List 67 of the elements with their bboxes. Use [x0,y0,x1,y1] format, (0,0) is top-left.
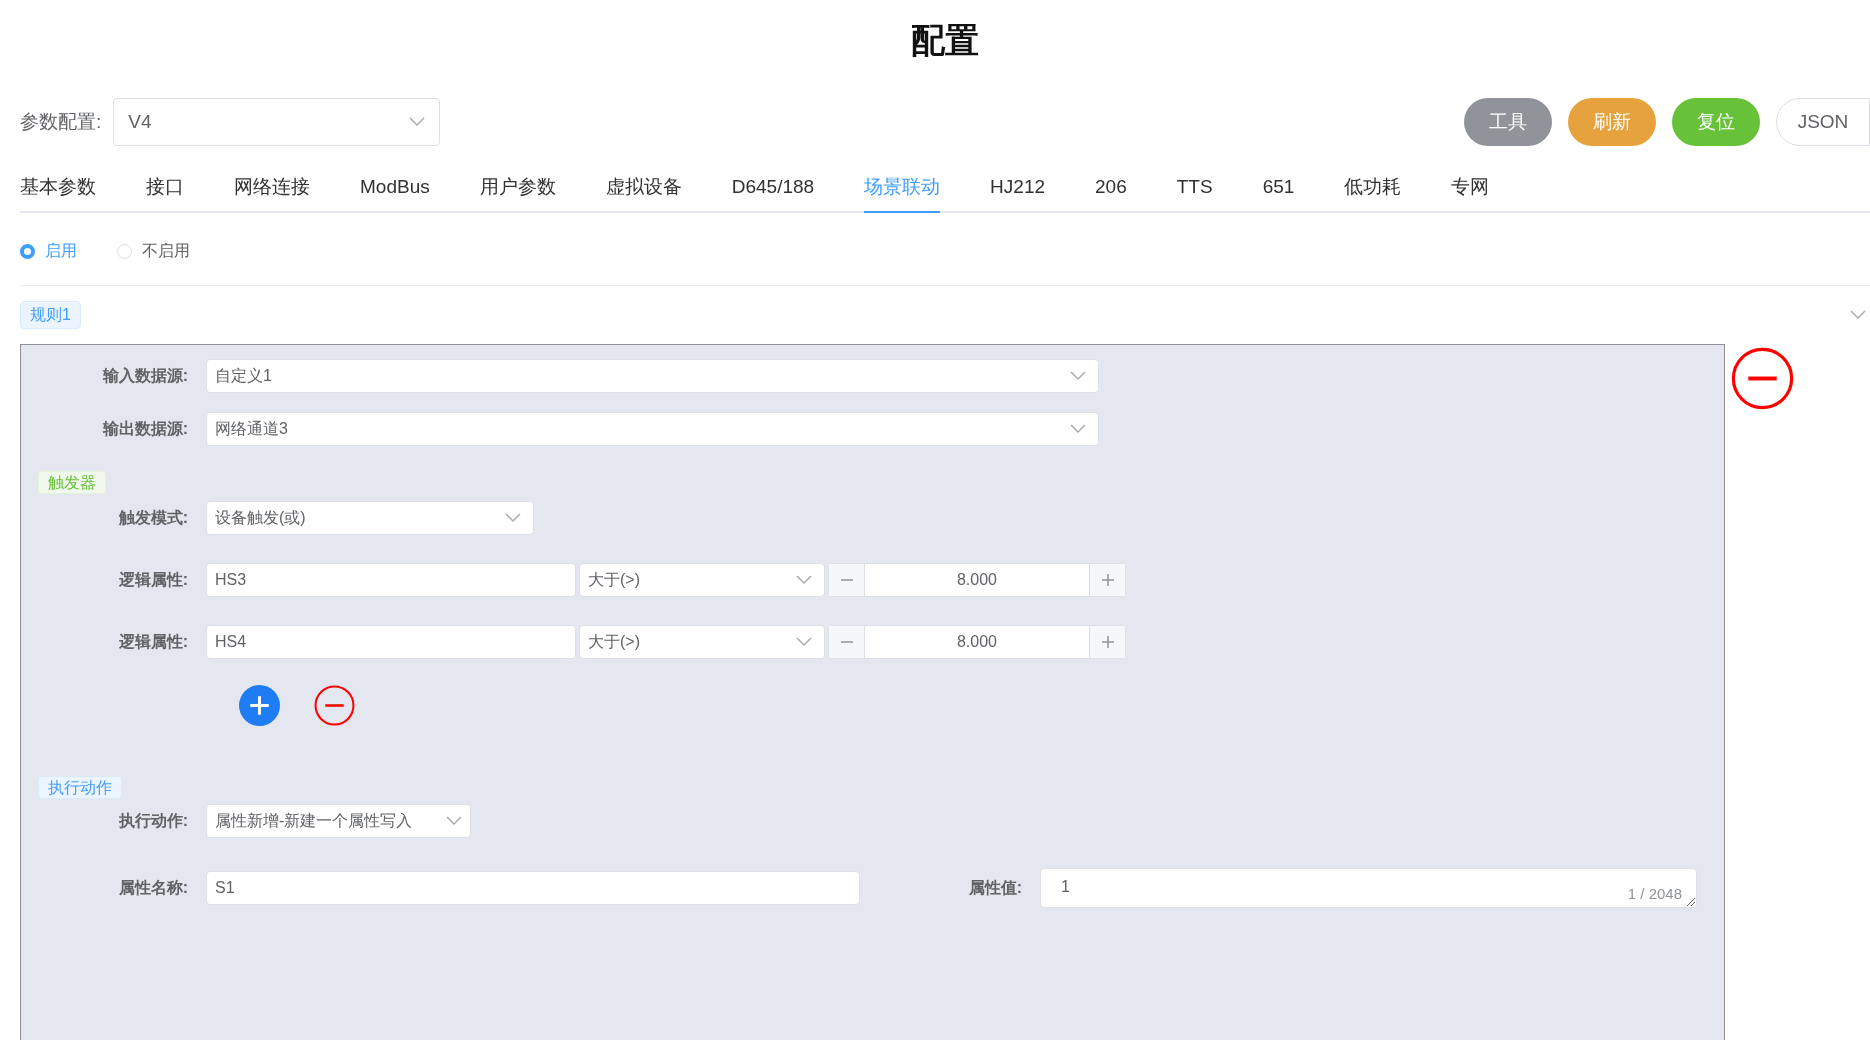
field-label: 属性名称: [117,878,188,898]
decrement-button[interactable] [829,626,864,658]
action-button[interactable]: JSON [1776,98,1870,146]
action-tag: 执行动作 [38,776,122,799]
chevron-down-icon [409,117,426,127]
select-value: 大于(>) [588,570,640,590]
tab[interactable]: TTS [1176,172,1213,213]
field-label: 属性值: [967,878,1022,898]
tab[interactable]: 206 [1095,172,1127,213]
field-label: 参数配置: [20,109,102,134]
plus-icon [1101,636,1114,648]
attribute-name-input[interactable]: S1 [206,871,860,905]
tab[interactable]: 接口 [146,172,184,213]
page-title: 配置 [910,20,980,61]
remove-icon[interactable] [1731,347,1794,410]
radio-label[interactable]: 不启用 [142,239,190,263]
tab[interactable]: 651 [1262,172,1295,213]
attribute-input[interactable]: HS3 [206,563,576,597]
chevron-down-icon [1850,310,1866,320]
tab[interactable]: ModBus [360,172,430,213]
add-icon[interactable] [239,685,280,726]
radio-button[interactable] [20,243,35,259]
character-counter: 1 / 2048 [1627,883,1682,904]
increment-button[interactable] [1090,564,1125,596]
input-source-select[interactable]: 自定义1 [206,359,1099,393]
tab[interactable]: 基本参数 [20,172,96,213]
select-value: 自定义1 [215,366,272,386]
chevron-down-icon [796,575,812,585]
trigger-mode-select[interactable]: 设备触发(或) [206,501,534,535]
config-select[interactable]: V4 [113,98,441,146]
field-label: 触发模式: [117,508,188,528]
chevron-down-icon [1070,371,1086,381]
textarea-value: 1 [1061,878,1070,895]
select-value: V4 [128,109,152,134]
tab[interactable]: 专网 [1451,172,1490,213]
tab[interactable]: 用户参数 [479,172,556,213]
chevron-down-icon [505,513,521,523]
output-source-select[interactable]: 网络通道3 [206,412,1099,446]
attribute-value-textarea[interactable]: 1 1 / 2048 [1040,868,1697,908]
chevron-down-icon [446,816,462,826]
chevron-down-icon [1070,424,1086,434]
attribute-input[interactable]: HS4 [206,625,576,659]
decrement-button[interactable] [829,564,864,596]
plus-icon [1101,574,1114,586]
remove-icon[interactable] [314,685,355,726]
field-label: 逻辑属性: [117,632,188,652]
select-value: 设备触发(或) [215,508,306,528]
chevron-down-icon [796,637,812,647]
field-label: 输入数据源: [101,366,188,386]
tab[interactable]: HJ212 [990,172,1046,213]
trigger-tag: 触发器 [38,471,106,494]
tab[interactable]: D645/188 [731,172,815,213]
rule-tag: 规则1 [20,301,81,329]
tab[interactable]: 低功耗 [1344,172,1402,213]
select-value: 属性新增-新建一个属性写入 [215,811,413,831]
increment-button[interactable] [1090,626,1125,658]
operator-select[interactable]: 大于(>) [579,625,825,659]
tab[interactable]: 网络连接 [234,172,310,213]
resize-handle-icon[interactable] [1685,896,1695,906]
action-select[interactable]: 属性新增-新建一个属性写入 [206,804,471,838]
select-value: 大于(>) [588,632,640,652]
field-label: 执行动作: [117,811,188,831]
field-label: 逻辑属性: [117,570,188,590]
select-value: 网络通道3 [215,419,288,439]
operator-select[interactable]: 大于(>) [579,563,825,597]
tab[interactable]: 虚拟设备 [605,172,682,213]
field-label: 输出数据源: [101,419,188,439]
